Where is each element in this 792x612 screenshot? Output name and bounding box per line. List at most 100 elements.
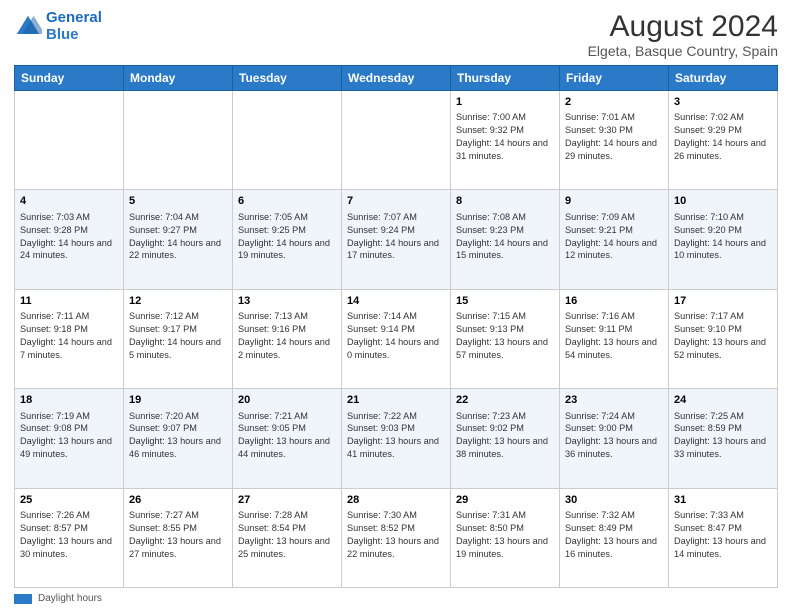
- day-info: Sunrise: 7:08 AM Sunset: 9:23 PM Dayligh…: [456, 211, 554, 263]
- day-info: Sunrise: 7:26 AM Sunset: 8:57 PM Dayligh…: [20, 509, 118, 561]
- calendar-cell: 26Sunrise: 7:27 AM Sunset: 8:55 PM Dayli…: [124, 488, 233, 587]
- day-info: Sunrise: 7:05 AM Sunset: 9:25 PM Dayligh…: [238, 211, 336, 263]
- calendar-cell: 7Sunrise: 7:07 AM Sunset: 9:24 PM Daylig…: [342, 190, 451, 289]
- calendar-cell: [15, 91, 124, 190]
- day-number: 8: [456, 194, 554, 209]
- day-number: 14: [347, 294, 445, 309]
- day-number: 24: [674, 393, 772, 408]
- day-number: 10: [674, 194, 772, 209]
- calendar-cell: 30Sunrise: 7:32 AM Sunset: 8:49 PM Dayli…: [560, 488, 669, 587]
- day-info: Sunrise: 7:00 AM Sunset: 9:32 PM Dayligh…: [456, 111, 554, 163]
- calendar-cell: 11Sunrise: 7:11 AM Sunset: 9:18 PM Dayli…: [15, 289, 124, 388]
- calendar-cell: 9Sunrise: 7:09 AM Sunset: 9:21 PM Daylig…: [560, 190, 669, 289]
- calendar-header-row: Sunday Monday Tuesday Wednesday Thursday…: [15, 66, 778, 91]
- day-number: 4: [20, 194, 118, 209]
- day-number: 25: [20, 493, 118, 508]
- calendar-cell: 3Sunrise: 7:02 AM Sunset: 9:29 PM Daylig…: [669, 91, 778, 190]
- day-info: Sunrise: 7:16 AM Sunset: 9:11 PM Dayligh…: [565, 310, 663, 362]
- calendar-week-row: 18 Sunrise: 7:19 AM Sunset: 9:08 PM Dayli…: [15, 389, 778, 488]
- col-saturday: Saturday: [669, 66, 778, 91]
- day-info: Sunrise: 7:01 AM Sunset: 9:30 PM Dayligh…: [565, 111, 663, 163]
- day-number: 12: [129, 294, 227, 309]
- calendar-cell: 17Sunrise: 7:17 AM Sunset: 9:10 PM Dayli…: [669, 289, 778, 388]
- day-info: Sunrise: 7:20 AM Sunset: 9:07 PM Dayligh…: [129, 410, 227, 462]
- legend-label: Daylight hours: [38, 593, 102, 604]
- logo-text: General Blue: [46, 10, 102, 43]
- title-block: August 2024 Elgeta, Basque Country, Spai…: [588, 10, 778, 59]
- calendar-cell: 25Sunrise: 7:26 AM Sunset: 8:57 PM Dayli…: [15, 488, 124, 587]
- calendar-cell: 20 Sunrise: 7:21 AM Sunset: 9:05 PM Dayli…: [233, 389, 342, 488]
- day-info: Sunrise: 7:19 AM Sunset: 9:08 PM Dayligh…: [20, 410, 118, 462]
- day-info: Sunrise: 7:13 AM Sunset: 9:16 PM Dayligh…: [238, 310, 336, 362]
- day-info: Sunrise: 7:27 AM Sunset: 8:55 PM Dayligh…: [129, 509, 227, 561]
- day-number: 1: [456, 95, 554, 110]
- calendar-cell: 15Sunrise: 7:15 AM Sunset: 9:13 PM Dayli…: [451, 289, 560, 388]
- day-number: 18: [20, 393, 118, 408]
- day-number: 6: [238, 194, 336, 209]
- day-number: 22: [456, 393, 554, 408]
- calendar-cell: 31Sunrise: 7:33 AM Sunset: 8:47 PM Dayli…: [669, 488, 778, 587]
- calendar-cell: 29Sunrise: 7:31 AM Sunset: 8:50 PM Dayli…: [451, 488, 560, 587]
- calendar-table: Sunday Monday Tuesday Wednesday Thursday…: [14, 65, 778, 588]
- calendar-cell: 5 Sunrise: 7:04 AM Sunset: 9:27 PM Daylig…: [124, 190, 233, 289]
- day-info: Sunrise: 7:11 AM Sunset: 9:18 PM Dayligh…: [20, 310, 118, 362]
- legend-bar-icon: [14, 594, 32, 604]
- day-info: Sunrise: 7:10 AM Sunset: 9:20 PM Dayligh…: [674, 211, 772, 263]
- calendar-cell: 22 Sunrise: 7:23 AM Sunset: 9:02 PM Dayli…: [451, 389, 560, 488]
- page: General Blue August 2024 Elgeta, Basque …: [0, 0, 792, 612]
- calendar-cell: 14Sunrise: 7:14 AM Sunset: 9:14 PM Dayli…: [342, 289, 451, 388]
- calendar-cell: 4 Sunrise: 7:03 AM Sunset: 9:28 PM Daylig…: [15, 190, 124, 289]
- day-number: 28: [347, 493, 445, 508]
- calendar-cell: 16Sunrise: 7:16 AM Sunset: 9:11 PM Dayli…: [560, 289, 669, 388]
- day-info: Sunrise: 7:25 AM Sunset: 8:59 PM Dayligh…: [674, 410, 772, 462]
- calendar-cell: 13Sunrise: 7:13 AM Sunset: 9:16 PM Dayli…: [233, 289, 342, 388]
- logo-icon: [14, 13, 42, 41]
- calendar-cell: 24 Sunrise: 7:25 AM Sunset: 8:59 PM Dayli…: [669, 389, 778, 488]
- calendar-week-row: 11Sunrise: 7:11 AM Sunset: 9:18 PM Dayli…: [15, 289, 778, 388]
- calendar-week-row: 1Sunrise: 7:00 AM Sunset: 9:32 PM Daylig…: [15, 91, 778, 190]
- subtitle: Elgeta, Basque Country, Spain: [588, 43, 778, 59]
- day-info: Sunrise: 7:23 AM Sunset: 9:02 PM Dayligh…: [456, 410, 554, 462]
- day-info: Sunrise: 7:15 AM Sunset: 9:13 PM Dayligh…: [456, 310, 554, 362]
- calendar-cell: 27Sunrise: 7:28 AM Sunset: 8:54 PM Dayli…: [233, 488, 342, 587]
- day-info: Sunrise: 7:03 AM Sunset: 9:28 PM Dayligh…: [20, 211, 118, 263]
- day-number: 5: [129, 194, 227, 209]
- day-info: Sunrise: 7:14 AM Sunset: 9:14 PM Dayligh…: [347, 310, 445, 362]
- day-number: 20: [238, 393, 336, 408]
- day-info: Sunrise: 7:32 AM Sunset: 8:49 PM Dayligh…: [565, 509, 663, 561]
- day-number: 3: [674, 95, 772, 110]
- calendar-cell: [124, 91, 233, 190]
- day-info: Sunrise: 7:33 AM Sunset: 8:47 PM Dayligh…: [674, 509, 772, 561]
- calendar-cell: 1Sunrise: 7:00 AM Sunset: 9:32 PM Daylig…: [451, 91, 560, 190]
- col-friday: Friday: [560, 66, 669, 91]
- calendar-week-row: 25Sunrise: 7:26 AM Sunset: 8:57 PM Dayli…: [15, 488, 778, 587]
- day-number: 19: [129, 393, 227, 408]
- day-number: 16: [565, 294, 663, 309]
- day-number: 15: [456, 294, 554, 309]
- day-info: Sunrise: 7:21 AM Sunset: 9:05 PM Dayligh…: [238, 410, 336, 462]
- day-info: Sunrise: 7:12 AM Sunset: 9:17 PM Dayligh…: [129, 310, 227, 362]
- calendar-cell: 12Sunrise: 7:12 AM Sunset: 9:17 PM Dayli…: [124, 289, 233, 388]
- day-info: Sunrise: 7:24 AM Sunset: 9:00 PM Dayligh…: [565, 410, 663, 462]
- calendar-cell: [342, 91, 451, 190]
- calendar-week-row: 4 Sunrise: 7:03 AM Sunset: 9:28 PM Daylig…: [15, 190, 778, 289]
- day-number: 9: [565, 194, 663, 209]
- day-info: Sunrise: 7:04 AM Sunset: 9:27 PM Dayligh…: [129, 211, 227, 263]
- col-wednesday: Wednesday: [342, 66, 451, 91]
- col-tuesday: Tuesday: [233, 66, 342, 91]
- day-number: 31: [674, 493, 772, 508]
- day-info: Sunrise: 7:31 AM Sunset: 8:50 PM Dayligh…: [456, 509, 554, 561]
- calendar-cell: 23Sunrise: 7:24 AM Sunset: 9:00 PM Dayli…: [560, 389, 669, 488]
- legend: Daylight hours: [14, 593, 778, 604]
- day-info: Sunrise: 7:17 AM Sunset: 9:10 PM Dayligh…: [674, 310, 772, 362]
- calendar-cell: 28Sunrise: 7:30 AM Sunset: 8:52 PM Dayli…: [342, 488, 451, 587]
- day-info: Sunrise: 7:02 AM Sunset: 9:29 PM Dayligh…: [674, 111, 772, 163]
- calendar-cell: 21Sunrise: 7:22 AM Sunset: 9:03 PM Dayli…: [342, 389, 451, 488]
- day-number: 29: [456, 493, 554, 508]
- calendar-cell: 18 Sunrise: 7:19 AM Sunset: 9:08 PM Dayli…: [15, 389, 124, 488]
- day-info: Sunrise: 7:28 AM Sunset: 8:54 PM Dayligh…: [238, 509, 336, 561]
- day-info: Sunrise: 7:22 AM Sunset: 9:03 PM Dayligh…: [347, 410, 445, 462]
- logo: General Blue: [14, 10, 102, 43]
- calendar-cell: 2Sunrise: 7:01 AM Sunset: 9:30 PM Daylig…: [560, 91, 669, 190]
- calendar-cell: 8 Sunrise: 7:08 AM Sunset: 9:23 PM Daylig…: [451, 190, 560, 289]
